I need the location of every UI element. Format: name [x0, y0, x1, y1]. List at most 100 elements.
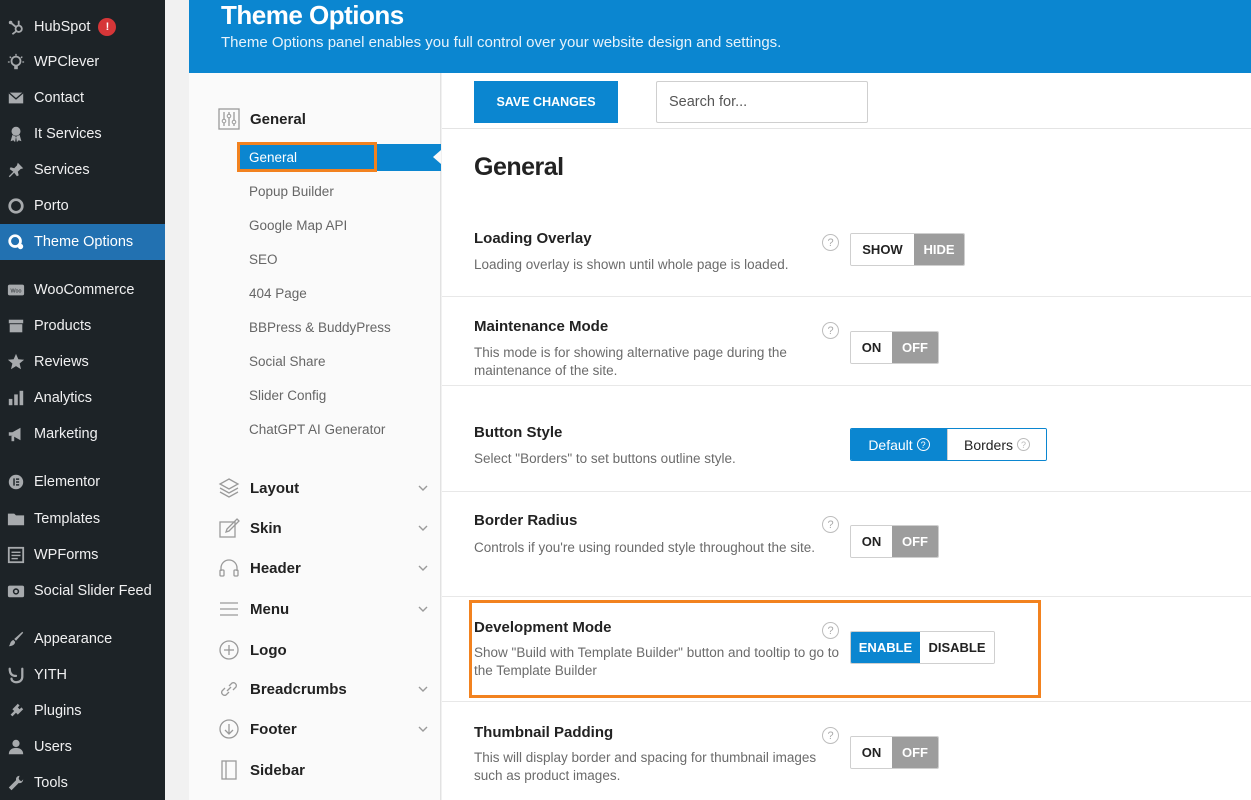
borders-button[interactable]: Borders? — [947, 429, 1046, 460]
nav-sub-chatgpt[interactable]: ChatGPT AI Generator — [249, 422, 385, 437]
bar-chart-icon — [6, 388, 26, 408]
wp-menu-users[interactable]: Users — [0, 729, 165, 765]
default-label: Default — [868, 436, 913, 453]
wp-menu-appearance[interactable]: Appearance — [0, 621, 165, 657]
notification-badge: ! — [98, 18, 117, 36]
wp-menu-label: It Services — [34, 126, 102, 142]
nav-sub-slider-config[interactable]: Slider Config — [249, 388, 326, 403]
nav-section-general[interactable]: General — [217, 107, 306, 131]
wp-menu-label: Services — [34, 162, 90, 178]
wp-menu-reviews[interactable]: Reviews — [0, 344, 165, 380]
wp-menu-wpforms[interactable]: WPForms — [0, 537, 165, 573]
wp-menu-label: Marketing — [34, 426, 98, 442]
nav-sub-bbpress[interactable]: BBPress & BuddyPress — [249, 320, 391, 335]
show-button[interactable]: SHOW — [851, 234, 914, 265]
option-title-border-radius: Border Radius — [474, 512, 578, 529]
nav-sub-popup-builder[interactable]: Popup Builder — [249, 184, 334, 199]
chevron-down-icon — [418, 726, 428, 732]
wp-menu-products[interactable]: Products — [0, 308, 165, 344]
nav-section-layout[interactable]: Layout — [217, 476, 429, 500]
plus-circle-icon — [217, 638, 241, 662]
wp-menu-yith[interactable]: YITH — [0, 657, 165, 693]
divider — [442, 596, 1251, 597]
off-button[interactable]: OFF — [892, 332, 938, 363]
user-icon — [6, 737, 26, 757]
svg-text:Woo: Woo — [11, 288, 22, 294]
wpclever-icon — [6, 52, 26, 72]
instagram-icon — [6, 581, 26, 601]
save-changes-button[interactable]: SAVE CHANGES — [474, 81, 618, 123]
hide-button[interactable]: HIDE — [914, 234, 964, 265]
section-title: General — [474, 153, 564, 181]
wp-menu-contact[interactable]: Contact — [0, 80, 165, 116]
help-icon[interactable]: ? — [822, 727, 839, 744]
wp-menu-label: Contact — [34, 90, 84, 106]
wp-menu-label: WooCommerce — [34, 282, 135, 298]
option-title-thumbnail-padding: Thumbnail Padding — [474, 724, 614, 741]
folder-icon — [6, 509, 26, 529]
nav-sub-404-page[interactable]: 404 Page — [249, 286, 307, 301]
wp-menu-label: YITH — [34, 667, 68, 683]
theme-options-icon — [6, 232, 26, 252]
nav-section-menu[interactable]: Menu — [217, 597, 429, 621]
elementor-icon — [6, 472, 26, 492]
nav-section-label: Menu — [250, 600, 290, 618]
wp-menu-wpclever[interactable]: WPClever — [0, 44, 165, 80]
nav-section-skin[interactable]: Skin — [217, 516, 429, 540]
nav-section-footer[interactable]: Footer — [217, 717, 429, 741]
divider — [442, 385, 1251, 386]
off-button[interactable]: OFF — [892, 526, 938, 557]
wp-menu-plugins[interactable]: Plugins — [0, 693, 165, 729]
wp-menu-label: Tools — [34, 775, 68, 791]
nav-section-breadcrumbs[interactable]: Breadcrumbs — [217, 677, 429, 701]
megaphone-icon — [6, 424, 26, 444]
option-desc-border-radius: Controls if you're using rounded style t… — [474, 540, 816, 555]
chevron-down-icon — [418, 686, 428, 692]
highlight-box — [469, 600, 1041, 698]
nav-section-logo[interactable]: Logo — [217, 638, 429, 662]
theme-options-banner: Theme Options Theme Options panel enable… — [189, 0, 1251, 73]
on-button[interactable]: ON — [851, 526, 892, 557]
wp-menu-label: Templates — [34, 511, 101, 527]
wp-menu-label: WPForms — [34, 547, 99, 563]
wp-menu-label: Analytics — [34, 390, 93, 406]
nav-sub-social-share[interactable]: Social Share — [249, 354, 326, 369]
link-icon — [217, 677, 241, 701]
wp-menu-elementor[interactable]: Elementor — [0, 464, 165, 500]
help-icon[interactable]: ? — [822, 234, 839, 251]
hubspot-icon — [6, 17, 26, 37]
wp-menu-theme-options[interactable]: Theme Options — [0, 224, 165, 260]
option-title-maintenance-mode: Maintenance Mode — [474, 318, 609, 335]
nav-section-sidebar[interactable]: Sidebar — [217, 758, 429, 782]
nav-sub-google-map-api[interactable]: Google Map API — [249, 218, 347, 233]
nav-section-header[interactable]: Header — [217, 556, 429, 580]
default-button[interactable]: Default? — [851, 429, 947, 460]
divider — [442, 491, 1251, 492]
off-button[interactable]: OFF — [892, 737, 938, 768]
on-button[interactable]: ON — [851, 737, 892, 768]
wp-menu-analytics[interactable]: Analytics — [0, 380, 165, 416]
nav-sub-seo[interactable]: SEO — [249, 252, 278, 267]
wp-menu-services[interactable]: Services — [0, 152, 165, 188]
wp-menu-templates[interactable]: Templates — [0, 501, 165, 537]
wp-menu-marketing[interactable]: Marketing — [0, 416, 165, 452]
wp-menu-it-services[interactable]: It Services — [0, 116, 165, 152]
wp-menu-tools[interactable]: Tools — [0, 765, 165, 800]
wp-menu-social-slider-feed[interactable]: Social Slider Feed — [0, 573, 165, 609]
help-icon[interactable]: ? — [822, 322, 839, 339]
divider — [442, 701, 1251, 702]
wp-menu-label: HubSpot — [34, 19, 91, 35]
arrow-down-circle-icon — [217, 717, 241, 741]
toggle-button-style: Default? Borders? — [850, 428, 1047, 461]
highlight-box — [237, 142, 377, 172]
option-title-button-style: Button Style — [474, 424, 563, 441]
wp-menu-woocommerce[interactable]: Woo WooCommerce — [0, 272, 165, 308]
wp-menu-porto[interactable]: Porto — [0, 188, 165, 224]
help-icon[interactable]: ? — [822, 516, 839, 533]
on-button[interactable]: ON — [851, 332, 892, 363]
wp-menu-hubspot[interactable]: HubSpot ! — [0, 9, 165, 45]
options-nav: General General Popup Builder Google Map… — [189, 73, 441, 800]
search-input[interactable] — [656, 81, 868, 123]
form-icon — [6, 545, 26, 565]
borders-label: Borders — [963, 436, 1014, 453]
